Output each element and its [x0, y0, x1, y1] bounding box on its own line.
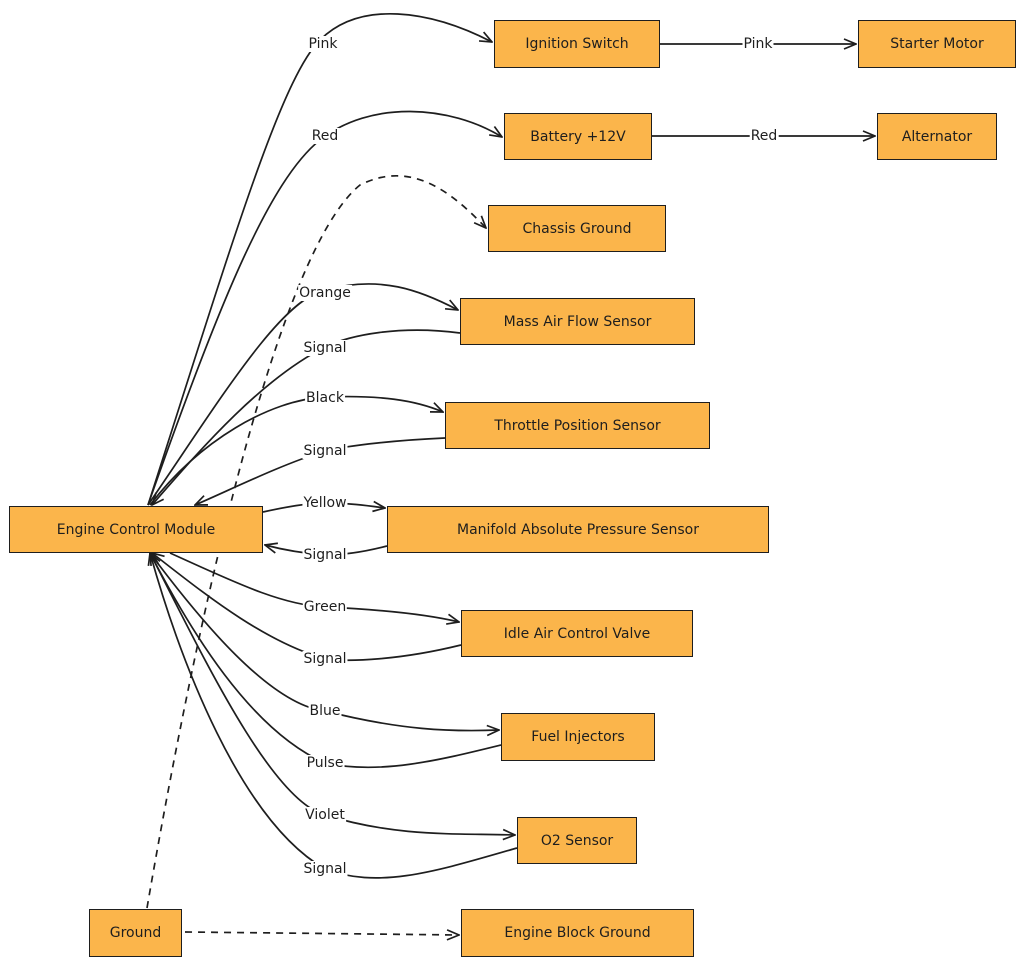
node-throttle-position-sensor[interactable]: Throttle Position Sensor: [445, 402, 710, 449]
node-fuel-injectors[interactable]: Fuel Injectors: [501, 713, 655, 761]
edge-label-pink: Pink: [742, 36, 774, 52]
node-ground[interactable]: Ground: [89, 909, 182, 957]
edge-label-green: Green: [302, 599, 348, 615]
edge-label-signal: Signal: [302, 547, 348, 563]
edge-label-blue: Blue: [308, 703, 342, 719]
edge-ecm-o2: [149, 552, 515, 835]
edge-label-signal: Signal: [302, 651, 348, 667]
node-mass-air-flow-sensor[interactable]: Mass Air Flow Sensor: [460, 298, 695, 345]
node-map-sensor[interactable]: Manifold Absolute Pressure Sensor: [387, 506, 769, 553]
edge-label-black: Black: [305, 390, 345, 406]
edge-label-violet: Violet: [304, 807, 346, 823]
edge-label-red: Red: [310, 128, 340, 144]
edge-ecm-ignition: [147, 12, 492, 506]
edge-label-orange: Orange: [298, 285, 352, 301]
node-alternator[interactable]: Alternator: [877, 113, 997, 160]
edge-label-yellow: Yellow: [302, 495, 348, 511]
edge-ecm-tps: [149, 395, 443, 506]
node-engine-control-module[interactable]: Engine Control Module: [9, 506, 263, 553]
edge-maf-ecm: [152, 329, 461, 505]
edge-label-signal: Signal: [302, 443, 348, 459]
node-chassis-ground[interactable]: Chassis Ground: [488, 205, 666, 252]
edge-label-red: Red: [749, 128, 779, 144]
node-o2-sensor[interactable]: O2 Sensor: [517, 817, 637, 864]
edge-ground-block: [184, 932, 459, 935]
node-starter-motor[interactable]: Starter Motor: [858, 20, 1016, 68]
node-battery[interactable]: Battery +12V: [504, 113, 652, 160]
edge-label-pink: Pink: [307, 36, 339, 52]
node-ignition-switch[interactable]: Ignition Switch: [494, 20, 660, 68]
node-idle-air-control-valve[interactable]: Idle Air Control Valve: [461, 610, 693, 657]
node-engine-block-ground[interactable]: Engine Block Ground: [461, 909, 694, 957]
edge-label-signal: Signal: [302, 861, 348, 877]
edge-label-pulse: Pulse: [305, 755, 345, 771]
edge-label-signal: Signal: [302, 340, 348, 356]
edge-ecm-maf: [147, 283, 458, 506]
